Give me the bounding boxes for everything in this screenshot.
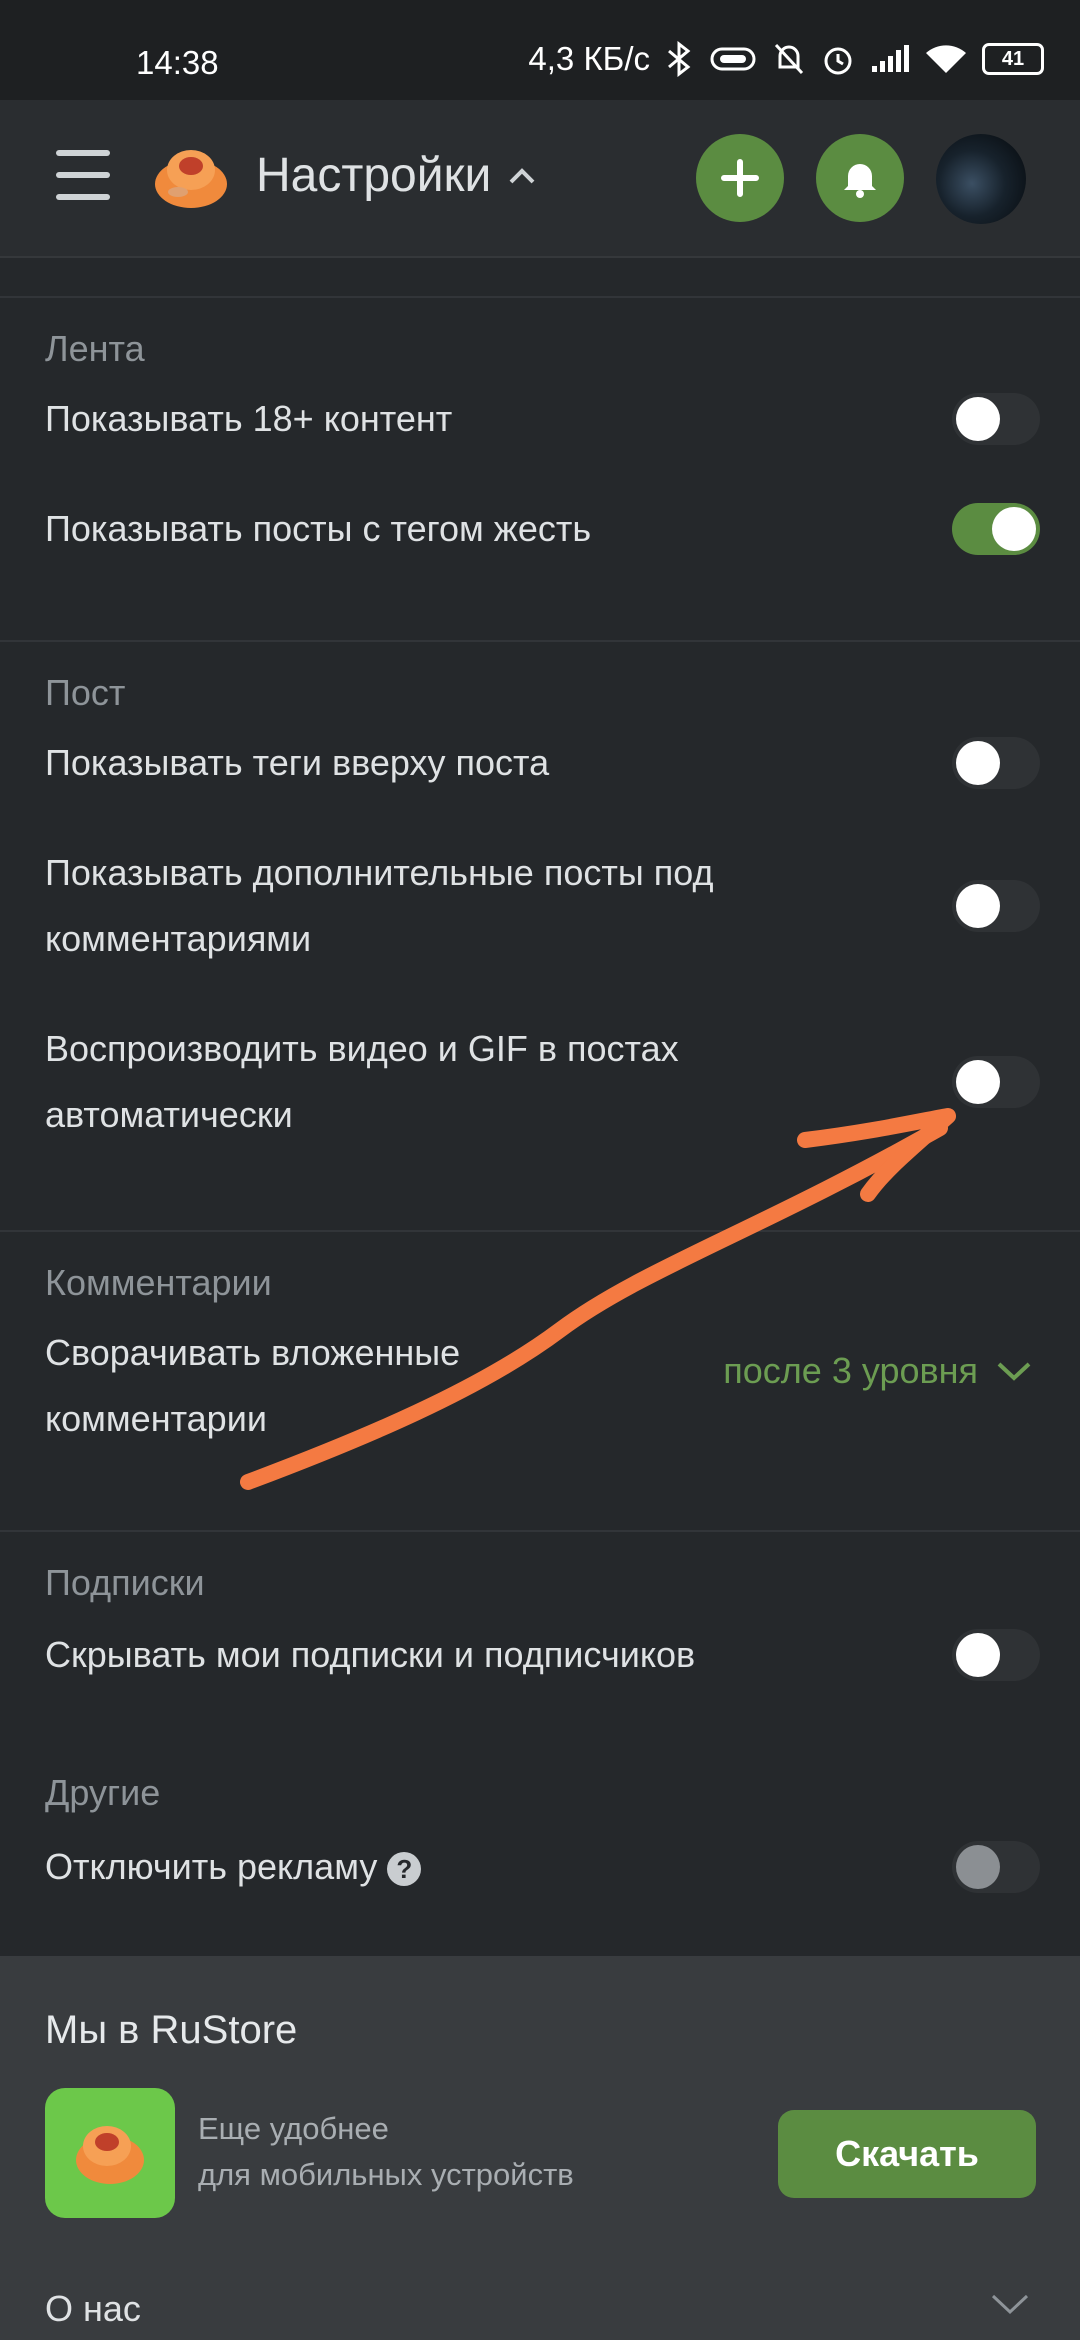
section-title: Комментарии	[45, 1262, 272, 1303]
page-title[interactable]: Настройки	[256, 148, 537, 203]
setting-row-hide-subs[interactable]: Скрывать мои подписки и подписчиков	[45, 1622, 1040, 1688]
setting-row-tag-zhest[interactable]: Показывать посты с тегом жесть	[45, 496, 1040, 562]
bluetooth-icon	[668, 41, 691, 77]
setting-row-collapse-comments[interactable]: Сворачивать вложенные комментарии после …	[45, 1320, 1040, 1452]
toggle-hide-subs[interactable]	[952, 1629, 1040, 1681]
setting-label: Отключить рекламу?	[45, 1834, 865, 1900]
setting-label-text: Отключить рекламу	[45, 1846, 378, 1887]
setting-label: Показывать 18+ контент	[45, 398, 453, 439]
section-feed: Лента Показывать 18+ контент Показывать …	[0, 298, 1080, 642]
setting-label: Показывать дополнительные посты под комм…	[45, 852, 714, 959]
rustore-description: Еще удобнее для мобильных устройств	[198, 2106, 574, 2198]
alarm-icon	[824, 47, 852, 75]
toggle-extra-posts[interactable]	[952, 880, 1040, 932]
vibrate-icon	[710, 47, 756, 71]
section-post: Пост Показывать теги вверху поста Показы…	[0, 642, 1080, 1232]
section-subscriptions: Подписки Скрывать мои подписки и подписч…	[0, 1532, 1080, 1742]
rustore-title: Мы в RuStore	[45, 2008, 298, 2052]
battery-icon: 41	[982, 43, 1044, 75]
chevron-up-icon	[509, 167, 535, 183]
status-bar: 14:38 4,3 КБ/с 41	[0, 0, 1080, 100]
setting-label: Скрывать мои подписки и подписчиков	[45, 1634, 696, 1675]
select-value: после 3 уровня	[723, 1350, 978, 1391]
divider	[0, 258, 1080, 298]
section-other: Другие Отключить рекламу?	[0, 1742, 1080, 1966]
bell-icon	[844, 164, 876, 198]
setting-row-extra-posts[interactable]: Показывать дополнительные посты под комм…	[45, 840, 1040, 972]
status-time: 14:38	[136, 44, 219, 81]
notifications-button[interactable]	[816, 134, 904, 222]
download-button[interactable]: Скачать	[778, 2110, 1036, 2198]
setting-row-tags-top[interactable]: Показывать теги вверху поста	[45, 730, 1040, 796]
section-title: Другие	[45, 1772, 161, 1813]
about-link[interactable]: О нас	[45, 2288, 141, 2330]
setting-label: Показывать теги вверху поста	[45, 742, 550, 783]
avatar[interactable]	[936, 134, 1026, 224]
menu-icon[interactable]	[56, 150, 110, 200]
toggle-disable-ads[interactable]	[952, 1841, 1040, 1893]
page-title-text: Настройки	[256, 149, 492, 202]
setting-label: Сворачивать вложенные комментарии	[45, 1332, 461, 1439]
app-bar: Настройки	[0, 100, 1080, 258]
plus-icon	[721, 159, 759, 197]
rustore-desc-line2: для мобильных устройств	[198, 2157, 574, 2192]
setting-row-autoplay[interactable]: Воспроизводить видео и GIF в постах авто…	[45, 1016, 1040, 1148]
toggle-tags-top[interactable]	[952, 737, 1040, 789]
setting-label: Воспроизводить видео и GIF в постах авто…	[45, 1028, 679, 1135]
add-post-button[interactable]	[696, 134, 784, 222]
mute-bell-icon	[774, 43, 804, 75]
toggle-18plus[interactable]	[952, 393, 1040, 445]
section-title: Подписки	[45, 1562, 205, 1603]
setting-row-disable-ads[interactable]: Отключить рекламу?	[45, 1834, 1040, 1900]
collapse-level-select[interactable]: после 3 уровня	[723, 1353, 1032, 1389]
app-logo-icon	[76, 2126, 144, 2184]
network-speed: 4,3 КБ/с	[528, 40, 650, 77]
setting-row-18plus[interactable]: Показывать 18+ контент	[45, 386, 1040, 452]
toggle-tag-zhest[interactable]	[952, 503, 1040, 555]
help-icon[interactable]: ?	[387, 1852, 422, 1887]
section-title: Лента	[45, 328, 145, 369]
app-logo	[155, 150, 227, 208]
chevron-down-icon[interactable]	[990, 2292, 1030, 2316]
footer: Мы в RuStore Еще удобнее для мобильных у…	[0, 1956, 1080, 2340]
signal-icon	[872, 45, 909, 72]
battery-level: 41	[1001, 47, 1025, 70]
settings-list: Лента Показывать 18+ контент Показывать …	[0, 258, 1080, 1966]
chevron-down-icon	[997, 1362, 1031, 1381]
rustore-desc-line1: Еще удобнее	[198, 2111, 389, 2146]
toggle-autoplay[interactable]	[952, 1056, 1040, 1108]
wifi-icon	[926, 45, 966, 73]
rustore-app-icon	[45, 2088, 175, 2218]
setting-label: Показывать посты с тегом жесть	[45, 508, 592, 549]
status-icons: 4,3 КБ/с 41	[528, 40, 1044, 78]
section-comments: Комментарии Сворачивать вложенные коммен…	[0, 1232, 1080, 1532]
section-title: Пост	[45, 672, 126, 713]
